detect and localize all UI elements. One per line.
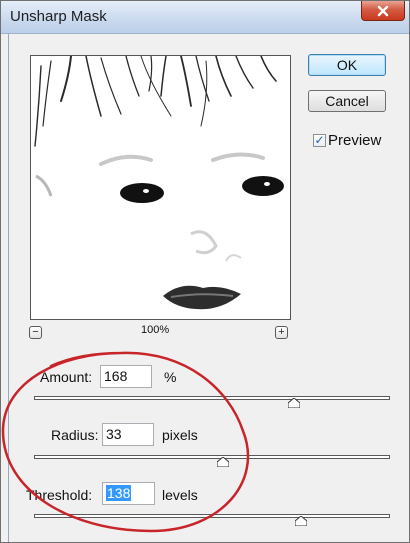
ok-button[interactable]: OK: [308, 54, 386, 76]
zoom-out-button[interactable]: −: [29, 326, 42, 339]
preview-label: Preview: [328, 132, 382, 149]
face-preview-drawing: [31, 56, 290, 319]
preview-image[interactable]: [30, 55, 291, 320]
radius-label: Radius:: [51, 427, 99, 443]
close-icon: [377, 5, 389, 16]
unsharp-mask-dialog: Unsharp Mask OK Cancel ✓ Preview − 100% …: [0, 0, 410, 543]
minus-icon: −: [32, 326, 39, 338]
radius-unit: pixels: [162, 427, 198, 443]
preview-checkbox[interactable]: ✓: [313, 134, 326, 147]
cancel-button[interactable]: Cancel: [308, 90, 386, 112]
threshold-value-selected: 138: [106, 485, 132, 501]
threshold-unit: levels: [162, 487, 198, 503]
zoom-in-button[interactable]: +: [275, 326, 288, 339]
title-bar[interactable]: Unsharp Mask: [1, 1, 409, 34]
amount-slider-track[interactable]: [34, 396, 390, 400]
threshold-slider-track[interactable]: [34, 514, 390, 518]
threshold-label: Threshold:: [26, 487, 93, 503]
radius-input[interactable]: 33: [102, 423, 154, 446]
amount-unit: %: [164, 369, 177, 385]
checkmark-icon: ✓: [314, 133, 325, 147]
dialog-title: Unsharp Mask: [10, 8, 107, 25]
amount-input[interactable]: 168: [100, 365, 152, 388]
close-button[interactable]: [361, 1, 405, 21]
threshold-input[interactable]: 138: [102, 482, 155, 505]
dialog-body: OK Cancel ✓ Preview − 100% + Amount: 168…: [8, 34, 405, 542]
threshold-slider-thumb[interactable]: [295, 516, 307, 526]
plus-icon: +: [278, 326, 285, 338]
radius-slider-track[interactable]: [34, 455, 390, 459]
radius-slider-thumb[interactable]: [216, 457, 229, 467]
amount-slider-thumb[interactable]: [287, 398, 300, 408]
zoom-level: 100%: [141, 324, 170, 336]
amount-label: Amount:: [40, 369, 93, 385]
